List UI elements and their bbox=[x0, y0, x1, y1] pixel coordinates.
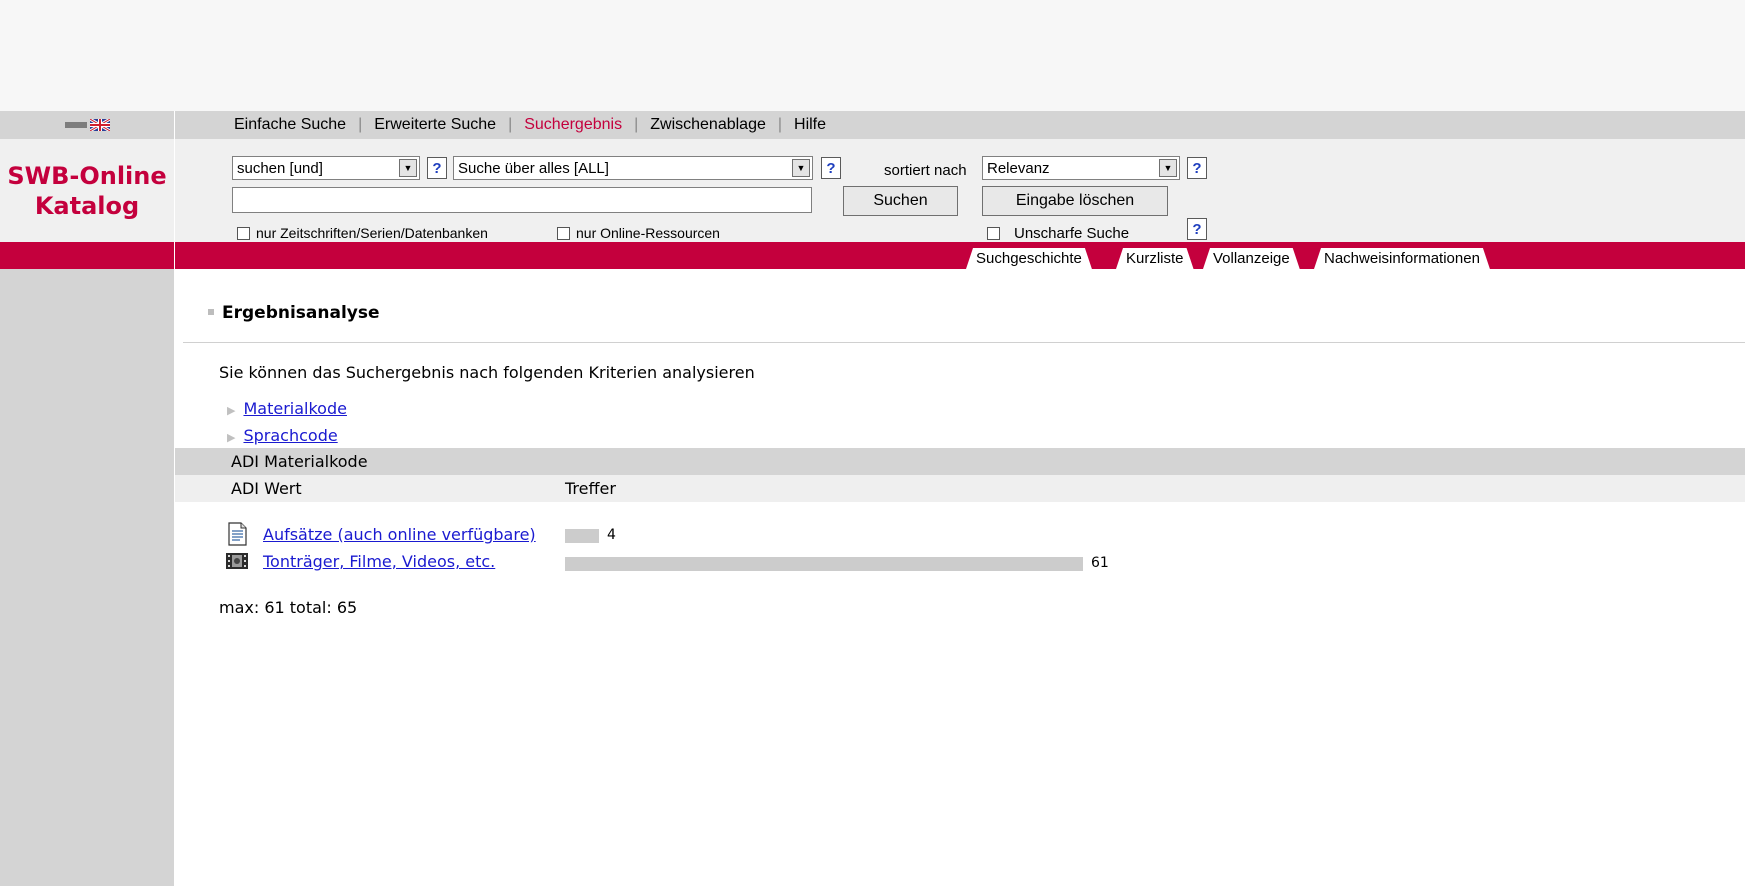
nav-separator: | bbox=[634, 116, 639, 133]
sort-label: sortiert nach bbox=[884, 162, 967, 179]
chevron-down-icon[interactable]: ▼ bbox=[1159, 159, 1177, 177]
row-link-tontraeger[interactable]: Tonträger, Filme, Videos, etc. bbox=[263, 552, 495, 571]
triangle-right-icon: ▶ bbox=[227, 431, 236, 444]
help-fuzzy-button[interactable]: ? bbox=[1187, 218, 1207, 240]
nav-separator: | bbox=[508, 116, 513, 133]
sort-select[interactable]: Relevanz ▼ bbox=[982, 156, 1180, 180]
link-materialkode[interactable]: Materialkode bbox=[243, 399, 346, 418]
top-blank-area bbox=[0, 0, 1745, 111]
red-bar-left bbox=[0, 242, 175, 269]
checkbox-serials[interactable]: nur Zeitschriften/Serien/Datenbanken bbox=[237, 225, 488, 241]
analysis-content: Ergebnisanalyse Sie können das Suchergeb… bbox=[175, 269, 1745, 886]
nav-einfache-suche[interactable]: Einfache Suche bbox=[234, 116, 346, 134]
view-tabs-bar: Suchgeschichte Kurzliste Vollanzeige Nac… bbox=[175, 242, 1745, 269]
search-input[interactable] bbox=[232, 187, 812, 213]
help-field-button[interactable]: ? bbox=[821, 157, 841, 179]
bullet-icon bbox=[208, 309, 214, 315]
tab-suchgeschichte[interactable]: Suchgeschichte bbox=[966, 248, 1092, 269]
table-header-row: ADI Wert Treffer bbox=[175, 475, 1745, 502]
tab-vollanzeige[interactable]: Vollanzeige bbox=[1203, 248, 1300, 269]
checkbox-online[interactable]: nur Online-Ressourcen bbox=[557, 225, 720, 241]
list-item: ▶ Materialkode bbox=[227, 396, 347, 423]
triangle-right-icon: ▶ bbox=[227, 404, 236, 417]
nav-suchergebnis[interactable]: Suchergebnis bbox=[524, 116, 622, 134]
uk-flag-icon[interactable] bbox=[89, 119, 110, 131]
chevron-down-icon[interactable]: ▼ bbox=[399, 159, 417, 177]
tab-kurzliste[interactable]: Kurzliste bbox=[1116, 248, 1194, 269]
checkbox-box[interactable] bbox=[987, 227, 1000, 240]
tab-nachweisinformationen[interactable]: Nachweisinformationen bbox=[1314, 248, 1490, 269]
column-adi-wert: ADI Wert bbox=[231, 479, 302, 498]
main-navigation: Einfache Suche | Erweiterte Suche | Such… bbox=[175, 111, 1745, 139]
page-title: Ergebnisanalyse bbox=[208, 303, 380, 323]
nav-erweiterte-suche[interactable]: Erweiterte Suche bbox=[374, 116, 496, 134]
hits-bar-aufsaetze bbox=[565, 529, 599, 543]
divider bbox=[183, 342, 1745, 343]
nav-separator: | bbox=[777, 116, 783, 133]
hits-count-tontraeger: 61 bbox=[1091, 555, 1109, 571]
search-button[interactable]: Suchen bbox=[843, 186, 958, 216]
link-sprachcode[interactable]: Sprachcode bbox=[243, 426, 337, 445]
table-title-row: ADI Materialkode bbox=[175, 448, 1745, 475]
hits-count-aufsaetze: 4 bbox=[607, 527, 616, 543]
max-total-summary: max: 61 total: 65 bbox=[219, 598, 358, 617]
search-form: suchen [und] ▼ ? Suche über alles [ALL] … bbox=[175, 139, 1745, 242]
analysis-description: Sie können das Suchergebnis nach folgend… bbox=[219, 363, 755, 382]
site-logo[interactable]: SWB-Online Katalog bbox=[7, 161, 166, 221]
nav-separator: | bbox=[358, 116, 363, 133]
help-operator-button[interactable]: ? bbox=[427, 157, 447, 179]
hits-bar-tontraeger bbox=[565, 557, 1083, 571]
clear-input-button[interactable]: Eingabe löschen bbox=[982, 186, 1168, 216]
checkbox-box[interactable] bbox=[557, 227, 570, 240]
nav-hilfe[interactable]: Hilfe bbox=[794, 116, 826, 134]
logo-area: SWB-Online Katalog bbox=[0, 139, 175, 242]
operator-select[interactable]: suchen [und] ▼ bbox=[232, 156, 420, 180]
nav-zwischenablage[interactable]: Zwischenablage bbox=[650, 116, 766, 134]
checkbox-fuzzy[interactable]: Unscharfe Suche bbox=[987, 225, 1129, 242]
criteria-links: ▶ Materialkode ▶ Sprachcode bbox=[227, 396, 347, 450]
german-flag-icon[interactable] bbox=[64, 122, 87, 128]
left-sidebar bbox=[0, 269, 175, 886]
list-item: ▶ Sprachcode bbox=[227, 423, 347, 450]
checkbox-box[interactable] bbox=[237, 227, 250, 240]
film-icon bbox=[226, 553, 248, 569]
help-sort-button[interactable]: ? bbox=[1187, 157, 1207, 179]
column-treffer: Treffer bbox=[565, 479, 616, 498]
row-link-aufsaetze[interactable]: Aufsätze (auch online verfügbare) bbox=[263, 525, 536, 544]
language-selector bbox=[0, 111, 175, 139]
field-select[interactable]: Suche über alles [ALL] ▼ bbox=[453, 156, 813, 180]
chevron-down-icon[interactable]: ▼ bbox=[792, 159, 810, 177]
document-icon bbox=[228, 522, 247, 546]
